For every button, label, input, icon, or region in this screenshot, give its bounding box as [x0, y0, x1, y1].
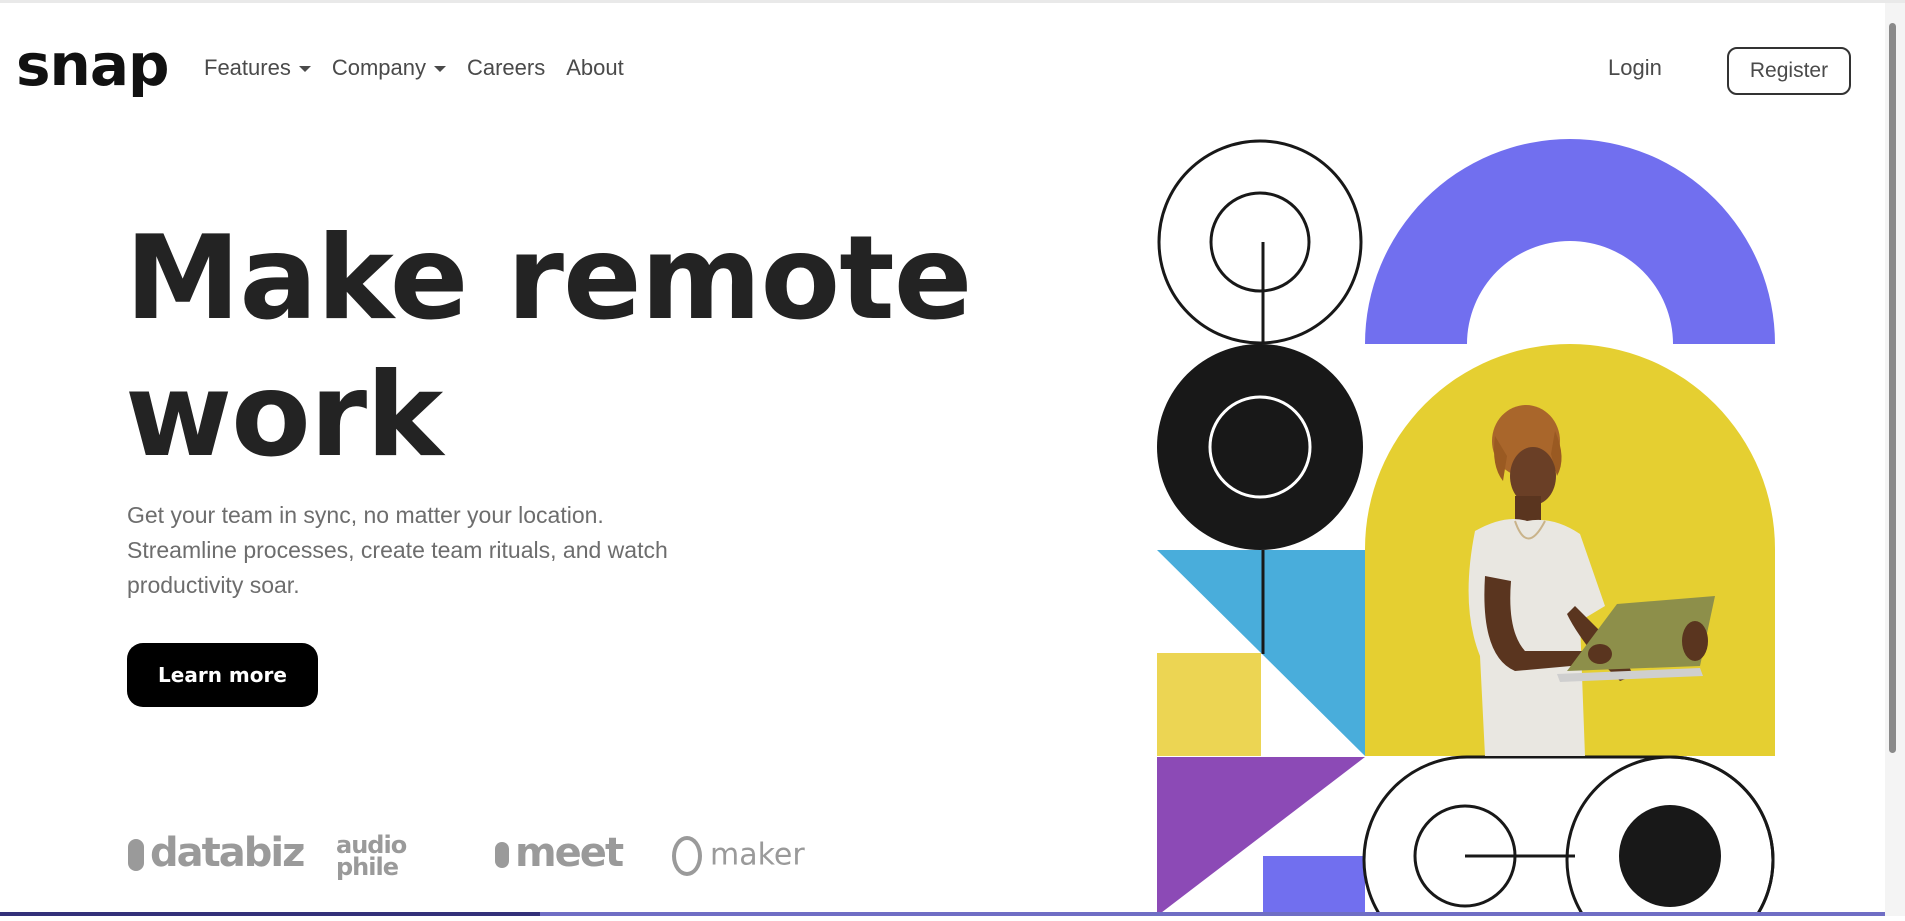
client-logo-meet: meet: [495, 830, 624, 876]
outline-ring-small: [1209, 191, 1311, 293]
client-logo-maker: maker: [672, 836, 805, 876]
yellow-square: [1157, 653, 1261, 756]
maker-mark-icon: [672, 836, 702, 876]
purple-arch-shape: [1365, 139, 1775, 344]
client-meet-label: meet: [515, 830, 624, 876]
hero-subtitle-line-2: Streamline processes, create team ritual…: [127, 537, 668, 563]
learn-more-button[interactable]: Learn more: [127, 643, 318, 707]
client-logo-audiophile: audio phile: [336, 833, 407, 881]
nav-about[interactable]: About: [566, 55, 624, 81]
client-maker-label: maker: [710, 837, 805, 873]
main-nav: Features Company Careers About: [204, 55, 645, 81]
nav-company-label: Company: [331, 55, 426, 80]
nav-careers-label: Careers: [466, 55, 546, 80]
black-dot-bottom: [1619, 805, 1721, 907]
nav-features-label: Features: [204, 55, 291, 80]
client-databiz-label: databiz: [150, 830, 305, 876]
nav-company[interactable]: Company: [332, 55, 446, 81]
outline-ring-large: [1157, 139, 1363, 345]
chevron-down-icon: [433, 66, 446, 72]
register-button[interactable]: Register: [1727, 47, 1851, 95]
chevron-down-icon: [298, 66, 311, 72]
hero-title: Make remote work: [125, 210, 1025, 484]
hero-subtitle: Get your team in sync, no matter your lo…: [127, 498, 787, 603]
meet-mark-icon: [495, 842, 509, 868]
bottom-bar-segment: [540, 912, 1885, 916]
white-ring: [1208, 395, 1312, 499]
databiz-mark-icon: [128, 839, 144, 871]
client-audiophile-bottom: phile: [336, 853, 399, 881]
client-logo-databiz: databiz: [128, 830, 305, 876]
logo[interactable]: snap: [16, 31, 169, 99]
nav-features[interactable]: Features: [204, 55, 311, 81]
hero-subtitle-line-3: productivity soar.: [127, 572, 300, 598]
nav-about-label: About: [566, 55, 624, 80]
hero-title-line-2: work: [125, 348, 443, 483]
hero-subtitle-line-1: Get your team in sync, no matter your lo…: [127, 502, 604, 528]
geometric-artwork: [1157, 139, 1775, 921]
site-header: snap Features Company Careers About Logi…: [0, 3, 1885, 135]
login-link[interactable]: Login: [1608, 55, 1662, 81]
bottom-progress-bar: [0, 912, 1885, 916]
nav-careers[interactable]: Careers: [467, 55, 545, 81]
scrollbar-thumb[interactable]: [1889, 23, 1896, 753]
hero-title-line-1: Make remote: [125, 211, 972, 346]
vertical-scrollbar[interactable]: [1885, 3, 1905, 916]
hero-illustration: [1155, 136, 1795, 921]
purple-square: [1263, 856, 1365, 916]
